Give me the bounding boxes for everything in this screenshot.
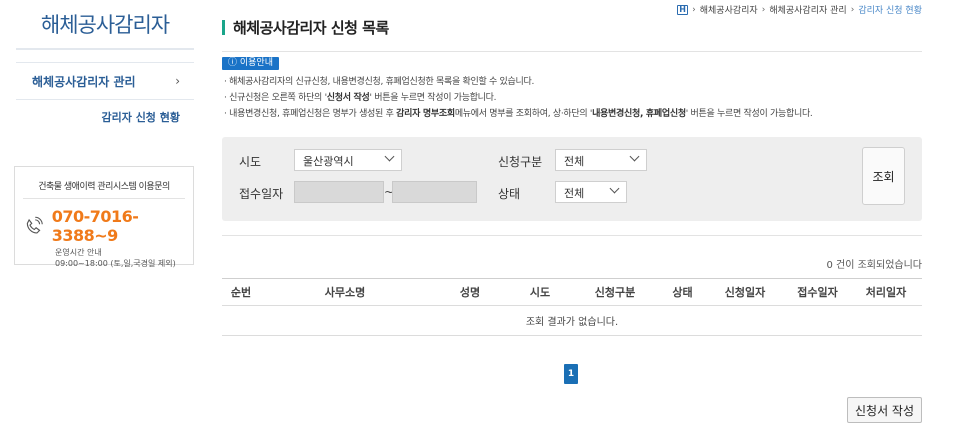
pagination-page-1[interactable]: 1 (564, 364, 578, 384)
column-header: 사무소명 (324, 286, 366, 299)
title-accent-bar (222, 20, 225, 35)
home-icon[interactable]: H (677, 4, 689, 15)
result-count: 0 건이 조회되었습니다 (826, 260, 922, 271)
contact-title: 건축물 생애이력 관리시스템 이용문의 (23, 179, 185, 199)
table-header: 순번 사무소명 성명 시도 신청구분 상태 신청일자 접수일자 처리일자 (222, 279, 922, 306)
page-title-text: 해체공사감리자 신청 목록 (233, 19, 389, 37)
chevron-down-icon (629, 151, 640, 162)
column-header: 순번 (230, 286, 252, 299)
breadcrumb: H › 해체공사감리자 › 해체공사감리자 관리 › 감리자 신청 현황 (677, 3, 922, 16)
contact-hours-value: 09:00~18:00 (토,일,국경일 제외) (55, 259, 176, 268)
guide-line: · 내용변경신청, 휴폐업신청은 명부가 생성된 후 감리자 명부조회메뉴에서 … (224, 109, 813, 119)
column-header: 신청구분 (594, 286, 636, 299)
guide-text: · 해체공사감리자의 신규신청, 내용변경신청, 휴폐업신청한 목록을 확인할 … (224, 74, 813, 122)
contact-hours-label: 운영시간 안내 (55, 248, 102, 257)
empty-row: 조회 결과가 없습니다. (222, 306, 922, 336)
search-button[interactable]: 조회 (862, 147, 905, 205)
column-header: 처리일자 (865, 286, 907, 299)
application-type-label: 신청구분 (498, 155, 543, 169)
sidebar-subitem-application-status[interactable]: 감리자 신청 현황 (16, 100, 194, 134)
sidebar-nav: 해체공사감리자 관리 › 감리자 신청 현황 (16, 62, 194, 134)
contact-phone-row: 070-7016-3388~9 (23, 207, 185, 245)
sidebar-item-demolition-supervisor-management[interactable]: 해체공사감리자 관리 › (16, 62, 194, 100)
status-select[interactable]: 전체 (555, 181, 627, 203)
guide-badge: ⓘ 이용안내 (222, 57, 279, 70)
region-select[interactable]: 울산광역시 (294, 149, 402, 171)
column-header: 성명 (459, 286, 481, 299)
breadcrumb-current: 감리자 신청 현황 (858, 6, 922, 16)
chevron-down-icon (609, 183, 620, 194)
chevron-right-icon: › (761, 4, 766, 15)
guide-line: · 신규신청은 오른쪽 하단의 '신청서 작성' 버튼을 누르면 작성이 가능합… (224, 93, 497, 103)
guide-line: · 해체공사감리자의 신규신청, 내용변경신청, 휴폐업신청한 목록을 확인할 … (224, 77, 535, 87)
search-panel: 시도 울산광역시 신청구분 전체 접수일자 ~ 상태 전체 조회 (222, 137, 922, 221)
chevron-right-icon: › (850, 4, 855, 15)
column-header: 접수일자 (797, 286, 838, 299)
write-application-button[interactable]: 신청서 작성 (847, 397, 922, 423)
contact-box: 건축물 생애이력 관리시스템 이용문의 070-7016-3388~9 운영시간… (14, 166, 194, 268)
breadcrumb-item[interactable]: 해체공사감리자 관리 (769, 3, 846, 16)
column-header: 상태 (672, 286, 693, 299)
column-header: 신청일자 (724, 286, 766, 299)
chevron-right-icon: › (175, 74, 180, 88)
chevron-down-icon (384, 151, 395, 162)
application-type-select[interactable]: 전체 (555, 149, 647, 171)
divider (222, 235, 922, 236)
sidebar-title: 해체공사감리자 (16, 0, 194, 50)
status-label: 상태 (498, 187, 521, 201)
divider (222, 51, 922, 52)
phone-icon (26, 216, 43, 234)
page-title: 해체공사감리자 신청 목록 (222, 17, 389, 38)
region-label: 시도 (239, 155, 262, 169)
date-from-input[interactable] (294, 181, 384, 203)
contact-hours: 운영시간 안내 09:00~18:00 (토,일,국경일 제외) (55, 247, 185, 269)
breadcrumb-item[interactable]: 해체공사감리자 (700, 3, 758, 16)
contact-phone-number: 070-7016-3388~9 (51, 207, 139, 245)
chevron-right-icon: › (692, 4, 696, 15)
date-to-input[interactable] (392, 181, 477, 203)
column-header: 시도 (529, 286, 551, 299)
sidebar-item-label: 해체공사감리자 관리 (32, 74, 136, 89)
results-table: 순번 사무소명 성명 시도 신청구분 상태 신청일자 접수일자 처리일자 조회 … (222, 278, 922, 336)
date-label: 접수일자 (239, 187, 284, 201)
